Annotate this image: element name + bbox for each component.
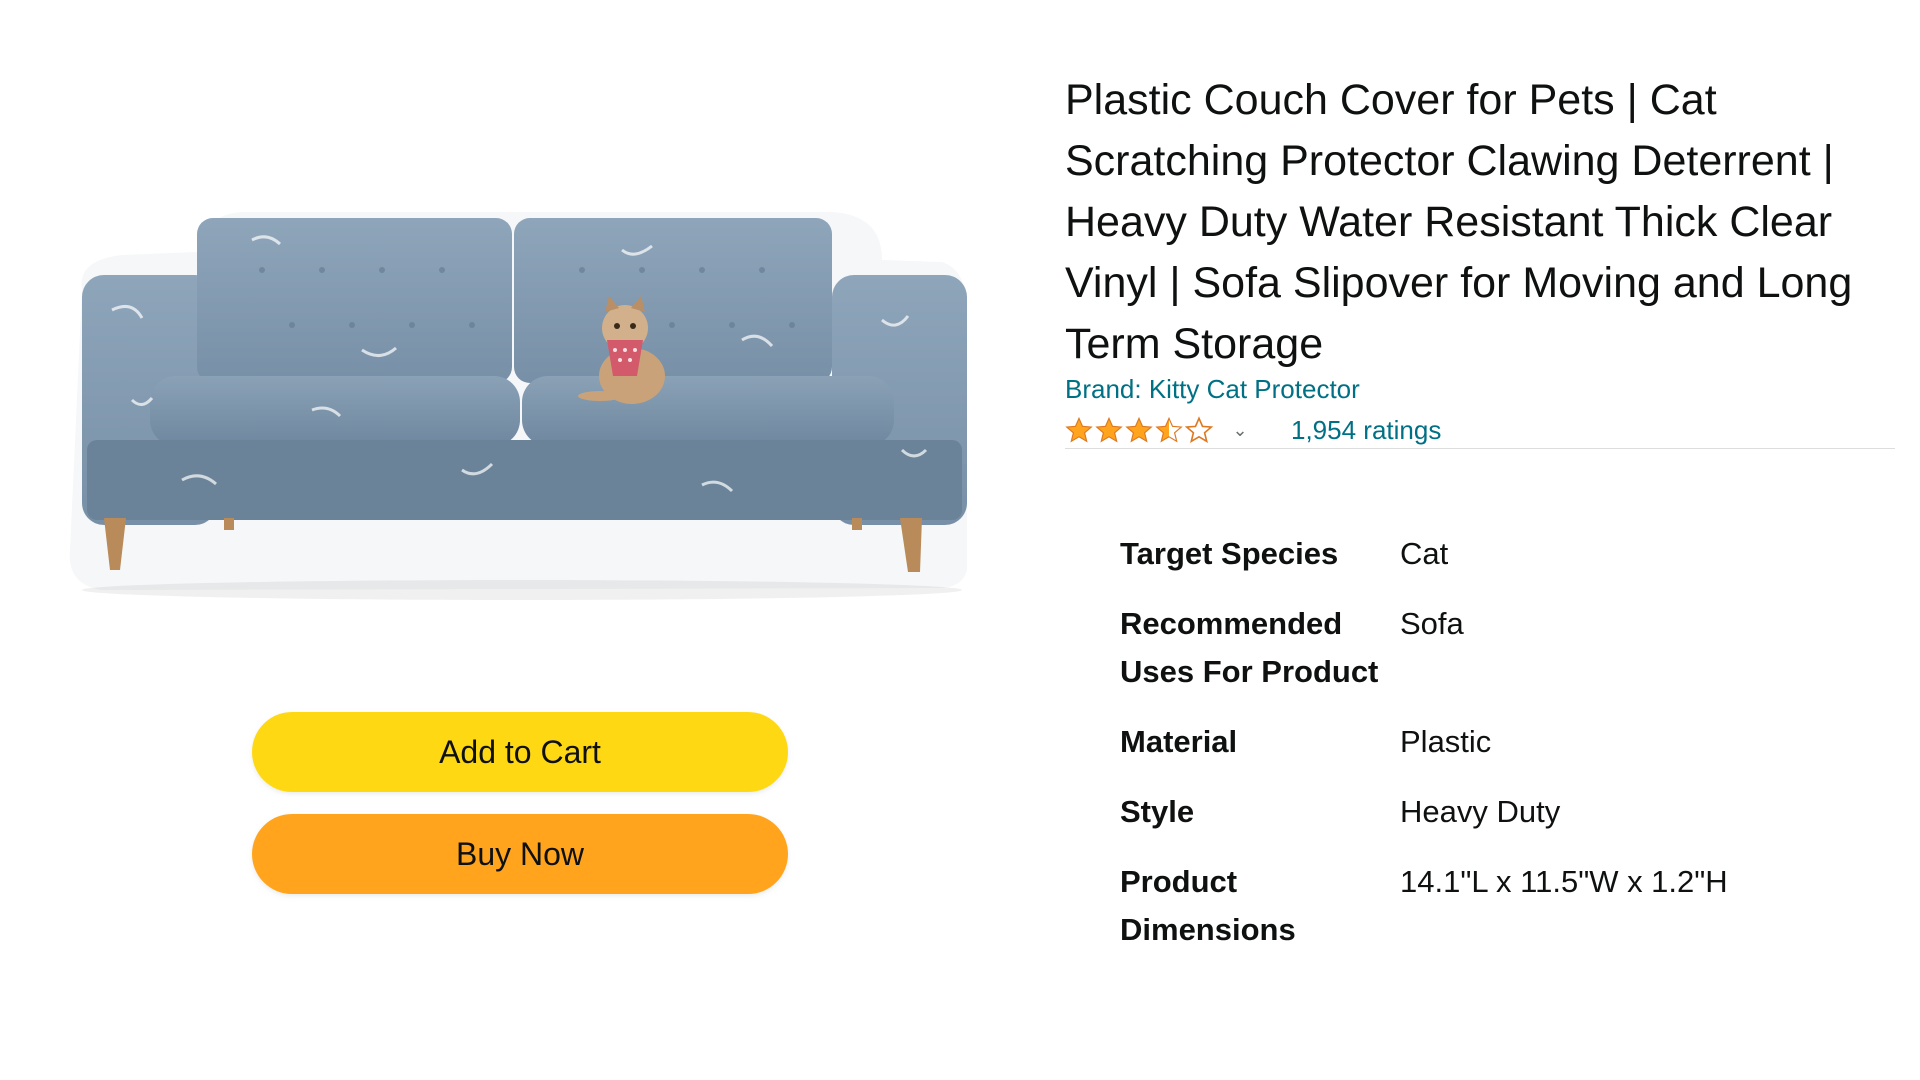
spec-label: Style <box>1120 794 1195 829</box>
spec-value: Sofa <box>1400 606 1464 641</box>
ratings-count-link[interactable]: 1,954 ratings <box>1291 415 1441 446</box>
star-icon <box>1065 416 1093 443</box>
spec-row: Target Species Cat <box>1120 530 1880 578</box>
spec-value: Heavy Duty <box>1400 794 1561 829</box>
spec-row: Material Plastic <box>1120 718 1880 766</box>
spec-label: Product Dimensions <box>1120 864 1296 947</box>
spec-label: Material <box>1120 724 1238 759</box>
star-half-icon <box>1155 416 1183 443</box>
spec-row: Product Dimensions 14.1"L x 11.5"W x 1.2… <box>1120 858 1880 954</box>
spec-row: Style Heavy Duty <box>1120 788 1880 836</box>
rating-row: ⌄ 1,954 ratings <box>1065 412 1441 448</box>
spec-row: Recommended Uses For Product Sofa <box>1120 600 1880 696</box>
spec-value: Cat <box>1400 536 1449 571</box>
sofa-illustration <box>69 212 967 600</box>
spec-value: 14.1"L x 11.5"W x 1.2"H <box>1400 864 1728 899</box>
spec-value: Plastic <box>1400 724 1492 759</box>
divider <box>1065 448 1895 449</box>
star-rating[interactable] <box>1065 416 1213 444</box>
brand-link[interactable]: Brand: Kitty Cat Protector <box>1065 374 1360 405</box>
add-to-cart-button[interactable]: Add to Cart <box>252 712 788 792</box>
chevron-down-icon[interactable]: ⌄ <box>1229 420 1251 441</box>
product-title: Plastic Couch Cover for Pets | Cat Scrat… <box>1065 76 1853 368</box>
star-icon <box>1125 416 1153 443</box>
star-empty-icon <box>1185 416 1213 444</box>
spec-label: Recommended Uses For Product <box>1120 606 1379 689</box>
star-icon <box>1095 416 1123 443</box>
product-image[interactable] <box>62 200 982 610</box>
product-specs: Target Species Cat Recommended Uses For … <box>1120 530 1880 976</box>
product-page: Add to Cart Buy Now Plastic Couch Cover … <box>0 0 1920 1080</box>
spec-label: Target Species <box>1120 536 1339 571</box>
buy-now-button[interactable]: Buy Now <box>252 814 788 894</box>
